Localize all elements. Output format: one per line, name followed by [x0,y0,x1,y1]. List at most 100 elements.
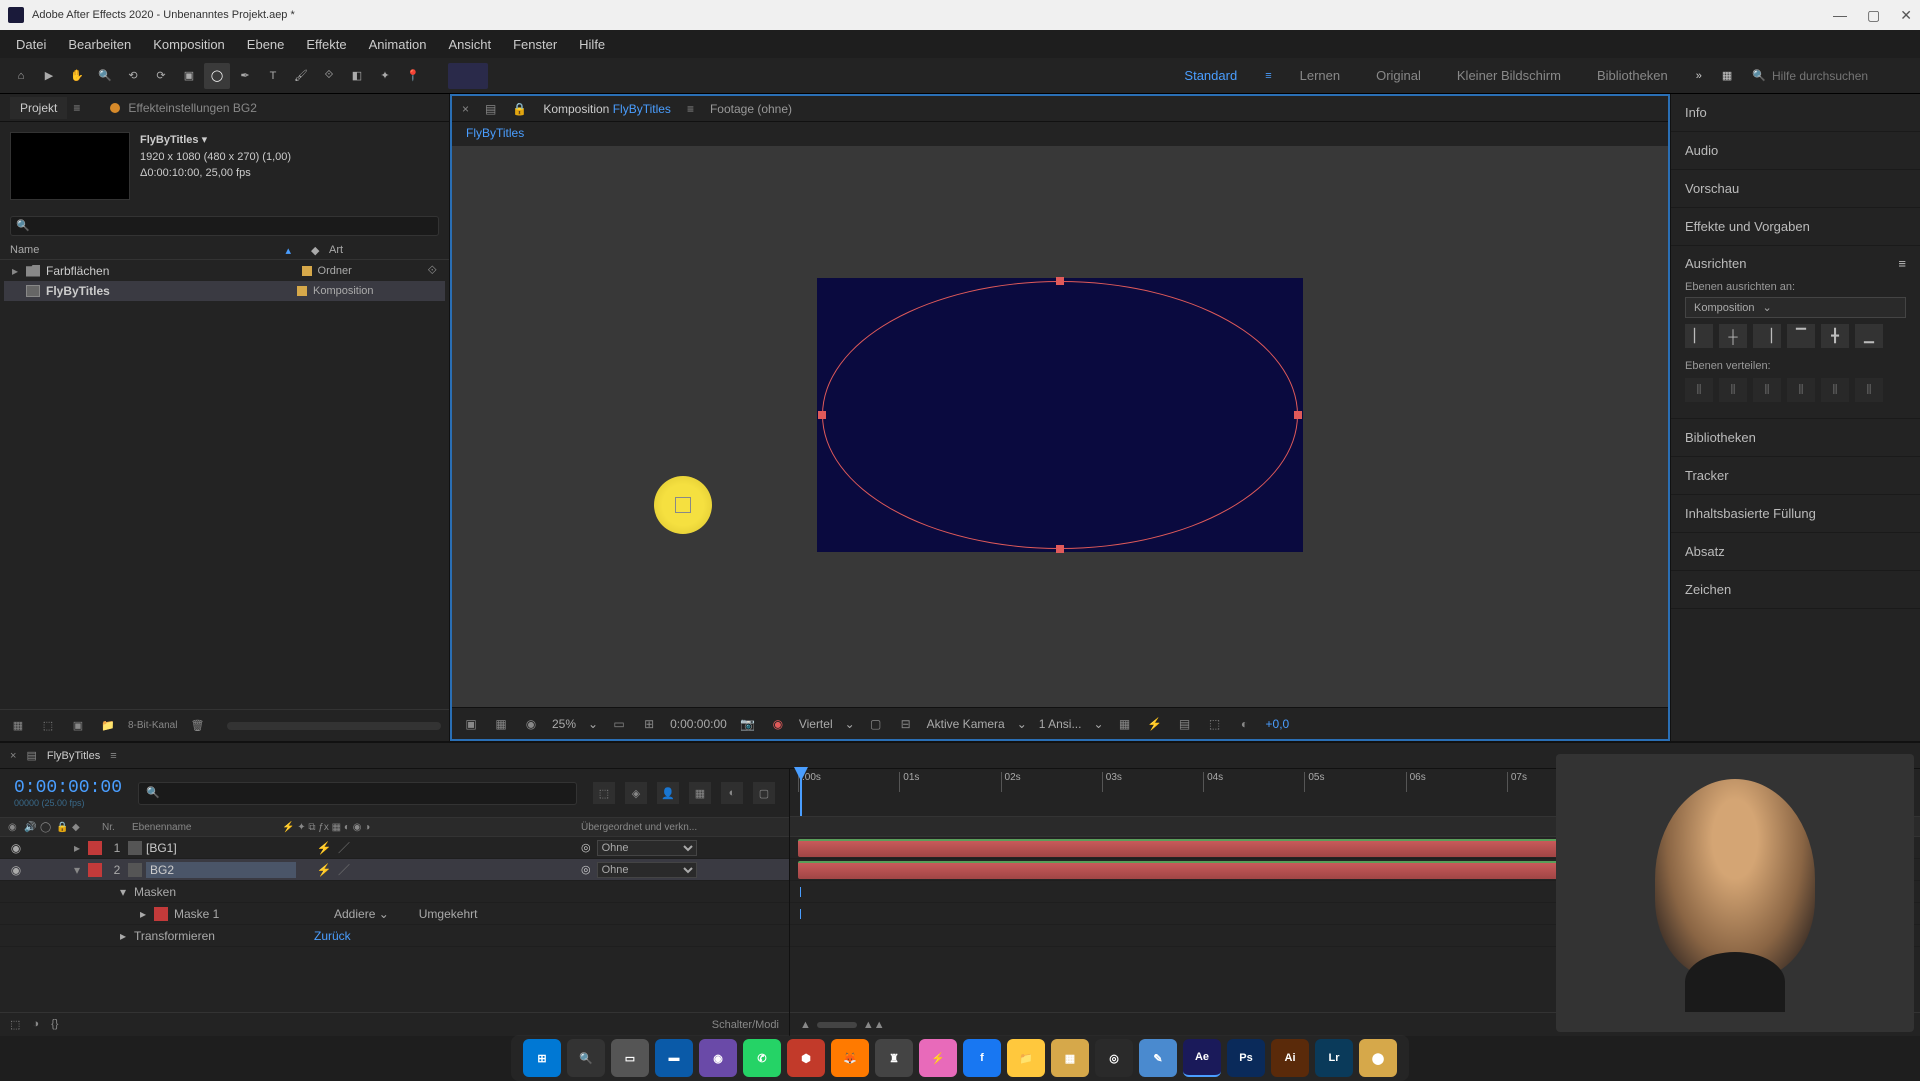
rotate-tool[interactable]: ⟳ [148,63,174,89]
menu-datei[interactable]: Datei [6,33,56,56]
expand-icon[interactable]: ▸ [120,929,134,943]
motion-blur-icon[interactable]: ◐ [721,782,743,804]
dist-5[interactable]: ⫴ [1821,378,1849,402]
panel-content-fill[interactable]: Inhaltsbasierte Füllung [1671,495,1920,533]
comp-mini-flowchart-icon[interactable]: ⬚ [593,782,615,804]
align-right[interactable]: ▕ [1753,324,1781,348]
orbit-tool[interactable]: ⟲ [120,63,146,89]
label-color[interactable] [88,863,102,877]
new-comp-icon[interactable]: ▣ [68,716,88,736]
project-tab[interactable]: Projekt [10,97,67,119]
channels-icon[interactable]: ◉ [769,715,787,733]
comp-tab-menu-icon[interactable]: ≡ [687,102,694,116]
flow-icon[interactable]: ⬚ [38,716,58,736]
switches-modes-toggle[interactable]: Schalter/Modi [712,1019,779,1031]
align-target-dropdown[interactable]: Komposition⌄ [1685,297,1906,318]
new-folder-icon[interactable]: 📁 [98,716,118,736]
align-bottom[interactable]: ▁ [1855,324,1883,348]
playhead[interactable] [800,769,802,816]
mask-1-row[interactable]: ▸ Maske 1 Addiere ⌄ Umgekehrt [0,903,789,925]
project-search-input[interactable] [10,216,439,236]
dist-4[interactable]: ⫴ [1787,378,1815,402]
brush-tool[interactable]: 🖌 [288,63,314,89]
mask-handle-bottom[interactable] [1056,545,1064,553]
pickwhip-icon[interactable]: ◎ [581,841,591,854]
timeline-menu-icon[interactable]: ≡ [110,750,116,762]
keyframe-marker[interactable] [800,909,801,919]
home-icon[interactable]: ⌂ [8,63,34,89]
panel-menu-icon[interactable]: ≡ [1898,256,1906,271]
comp-breadcrumb[interactable]: FlyByTitles [452,122,1668,146]
snap-toggle[interactable] [448,63,488,89]
panel-info[interactable]: Info [1671,94,1920,132]
taskbar-app-icon[interactable]: Ai [1271,1039,1309,1077]
footage-tab[interactable]: Footage (ohne) [710,102,792,116]
comp-nav-icon[interactable]: ▤ [485,102,496,116]
expand-icon[interactable]: ▾ [74,863,88,877]
maximize-button[interactable]: ▢ [1867,7,1880,24]
taskbar-app-icon[interactable]: ✎ [1139,1039,1177,1077]
mask-handle-left[interactable] [818,411,826,419]
expand-icon[interactable]: ▸ [74,841,88,855]
transform-group[interactable]: ▸ Transformieren Zurück [0,925,789,947]
shy-switch[interactable]: ⚡ [316,862,332,878]
parent-dropdown[interactable]: Ohne [597,840,697,856]
taskbar-app-icon[interactable]: ◎ [1095,1039,1133,1077]
solo-switch[interactable]: ／ [336,840,352,856]
puppet-tool[interactable]: 📍 [400,63,426,89]
panel-zeichen[interactable]: Zeichen [1671,571,1920,609]
dist-3[interactable]: ⫴ [1753,378,1781,402]
current-time[interactable]: 0:00:00:00 [670,717,727,731]
resolution-icon[interactable]: ▭ [610,715,628,733]
resolution-dropdown[interactable]: Viertel [799,717,833,731]
taskbar-app-icon[interactable]: f [963,1039,1001,1077]
camera-dropdown[interactable]: Aktive Kamera [927,717,1005,731]
exposure-reset-icon[interactable]: ◐ [1236,715,1254,733]
trash-icon[interactable]: 🗑 [187,716,207,736]
shape-tool[interactable]: ◯ [204,63,230,89]
project-item-comp[interactable]: FlyByTitles Komposition [4,281,445,301]
layer-name[interactable]: BG2 [146,862,296,878]
panel-bibliotheken[interactable]: Bibliotheken [1671,419,1920,457]
align-title[interactable]: Ausrichten [1685,256,1746,271]
effects-tab[interactable]: Effekteinstellungen BG2 [128,101,257,115]
project-menu-icon[interactable]: ≡ [73,101,80,115]
dropdown-icon[interactable]: ▾ [202,134,208,146]
mask-invert-label[interactable]: Umgekehrt [419,907,478,921]
panel-vorschau[interactable]: Vorschau [1671,170,1920,208]
project-column-headers[interactable]: Name ▴ ◆ Art [0,242,449,260]
comp-close-icon[interactable]: × [462,102,469,116]
minimize-button[interactable]: — [1833,7,1847,23]
timeline-icon[interactable]: ▤ [1176,715,1194,733]
taskbar-app-icon[interactable]: ▬ [655,1039,693,1077]
roi-icon[interactable]: ▢ [867,715,885,733]
menu-hilfe[interactable]: Hilfe [569,33,615,56]
interpret-icon[interactable]: ▦ [8,716,28,736]
timeline-close-icon[interactable]: × [10,750,16,762]
flowchart-icon[interactable]: ⬚ [1206,715,1224,733]
project-thumbnail[interactable] [10,132,130,200]
transparency-icon[interactable]: ▦ [492,715,510,733]
menu-animation[interactable]: Animation [359,33,437,56]
text-tool[interactable]: T [260,63,286,89]
workspace-menu-icon[interactable]: ≡ [1265,70,1271,82]
expand-icon[interactable]: ▸ [12,264,26,278]
pickwhip-icon[interactable]: ◎ [581,863,591,876]
selection-tool[interactable]: ▶ [36,63,62,89]
toggle-in-out-icon[interactable]: {} [51,1018,58,1031]
toggle-switches-icon[interactable]: ⬚ [10,1018,20,1031]
eraser-tool[interactable]: ◧ [344,63,370,89]
taskbar-app-icon[interactable]: ▭ [611,1039,649,1077]
composition-viewer[interactable] [452,146,1668,707]
close-button[interactable]: ✕ [1900,7,1912,24]
panel-effects[interactable]: Effekte und Vorgaben [1671,208,1920,246]
camera-tool[interactable]: ▣ [176,63,202,89]
taskbar-app-icon[interactable]: ♜ [875,1039,913,1077]
taskbar-app-icon[interactable]: ⬤ [1359,1039,1397,1077]
menu-bearbeiten[interactable]: Bearbeiten [58,33,141,56]
workspace-panel-icon[interactable]: ▦ [1722,69,1732,82]
align-top[interactable]: ▔ [1787,324,1815,348]
pen-tool[interactable]: ✒ [232,63,258,89]
timeline-search-input[interactable] [138,782,577,805]
visibility-toggle[interactable]: ◉ [8,841,24,855]
